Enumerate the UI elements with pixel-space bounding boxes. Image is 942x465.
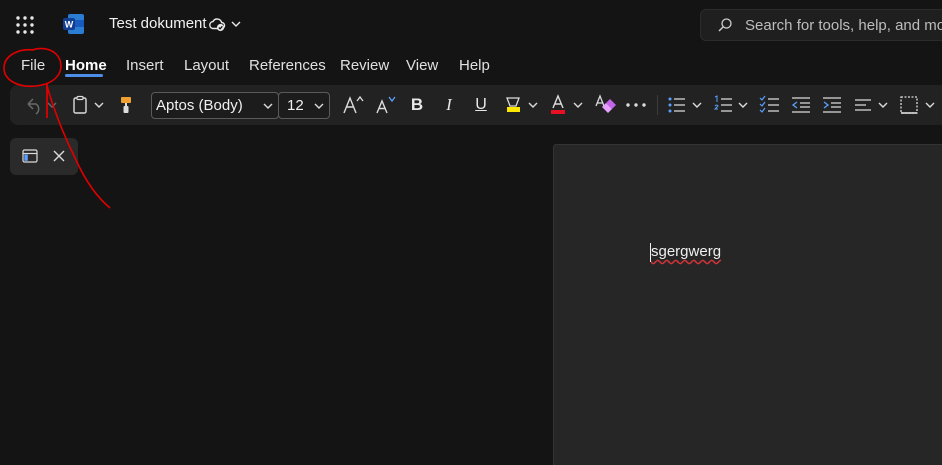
font-name-value: Aptos (Body) xyxy=(156,97,243,114)
clear-formatting-button[interactable] xyxy=(593,92,619,118)
search-input[interactable]: Search for tools, help, and more xyxy=(745,17,942,34)
numbering-button[interactable] xyxy=(713,92,751,118)
ribbon-tabs: File Home Insert Layout References Revie… xyxy=(0,50,942,82)
decrease-indent-button[interactable] xyxy=(790,92,812,118)
font-name-dropdown[interactable]: Aptos (Body) xyxy=(151,92,279,119)
ribbon-toolbar: Aptos (Body) 12 B I U xyxy=(10,85,942,125)
font-size-dropdown[interactable]: 12 xyxy=(278,92,330,119)
align-left-icon xyxy=(855,99,888,111)
title-bar: W Test dokument Search for tools, help, … xyxy=(0,0,942,50)
chevron-down-icon xyxy=(314,103,324,109)
highlighter-icon xyxy=(506,97,538,112)
font-color-icon xyxy=(551,94,583,114)
tab-view[interactable]: View xyxy=(406,57,438,74)
navigation-pane-toggle xyxy=(10,138,78,175)
undo-button[interactable] xyxy=(24,92,60,118)
numbered-list-icon xyxy=(713,95,748,112)
italic-button[interactable]: I xyxy=(438,92,460,118)
tab-home[interactable]: Home xyxy=(65,57,107,74)
increase-indent-button[interactable] xyxy=(821,92,843,118)
clear-formatting-icon xyxy=(595,94,616,113)
grow-font-icon xyxy=(343,95,364,114)
format-painter-button[interactable] xyxy=(115,92,137,118)
font-size-value: 12 xyxy=(287,97,304,114)
tab-review[interactable]: Review xyxy=(340,57,389,74)
tab-help[interactable]: Help xyxy=(459,57,490,74)
word-logo-icon[interactable]: W xyxy=(62,12,86,36)
clipboard-icon xyxy=(73,95,104,114)
navigation-pane-icon[interactable] xyxy=(22,148,38,164)
borders-icon xyxy=(900,96,935,114)
shrink-font-icon xyxy=(376,96,396,114)
font-color-button[interactable] xyxy=(548,92,586,118)
document-title[interactable]: Test dokument xyxy=(109,15,207,32)
active-tab-indicator xyxy=(65,74,103,77)
decrease-indent-icon xyxy=(791,97,810,113)
checklist-button[interactable] xyxy=(759,92,781,118)
tab-layout[interactable]: Layout xyxy=(184,57,229,74)
bold-button[interactable]: B xyxy=(406,92,428,118)
document-page[interactable]: sgergwerg xyxy=(553,144,942,465)
svg-text:W: W xyxy=(65,20,74,30)
chevron-down-icon[interactable] xyxy=(229,17,243,31)
align-button[interactable] xyxy=(853,92,891,118)
borders-button[interactable] xyxy=(898,92,938,118)
app-launcher-icon[interactable] xyxy=(14,14,36,36)
divider xyxy=(657,95,658,115)
increase-font-size-button[interactable] xyxy=(340,92,366,118)
close-icon[interactable] xyxy=(52,149,66,163)
bullet-list-icon xyxy=(668,97,702,113)
document-text[interactable]: sgergwerg xyxy=(651,243,721,260)
bullets-button[interactable] xyxy=(667,92,705,118)
paste-button[interactable] xyxy=(70,92,108,118)
decrease-font-size-button[interactable] xyxy=(372,92,398,118)
increase-indent-icon xyxy=(823,97,841,113)
underline-button[interactable]: U xyxy=(470,92,492,118)
tab-insert[interactable]: Insert xyxy=(126,57,164,74)
more-options-button[interactable] xyxy=(624,92,648,118)
tab-references[interactable]: References xyxy=(249,57,326,74)
undo-icon xyxy=(27,98,57,115)
format-painter-icon xyxy=(121,97,131,113)
checklist-icon xyxy=(759,95,779,113)
more-icon xyxy=(626,103,646,107)
search-box[interactable]: Search for tools, help, and more xyxy=(700,9,942,41)
cloud-sync-icon[interactable] xyxy=(208,15,226,33)
tab-file[interactable]: File xyxy=(21,57,45,74)
highlight-color-button[interactable] xyxy=(503,92,541,118)
chevron-down-icon xyxy=(263,103,273,109)
search-icon xyxy=(718,18,732,32)
